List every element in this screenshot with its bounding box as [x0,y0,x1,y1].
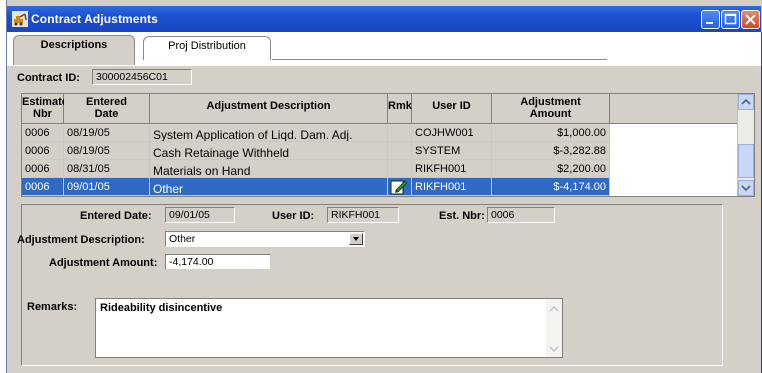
chevron-up-icon [741,98,751,105]
adjustment-description-select[interactable]: Other [165,231,365,247]
contract-id-field: 300002456C01 [92,69,192,85]
header-line: Nbr [33,108,52,120]
col-user-id[interactable]: User ID [412,94,492,124]
amount-cell: $-4,174.00 [492,178,610,196]
header-line: Adjustment Description [206,100,331,112]
chevron-up-icon[interactable] [546,301,562,317]
tab-descriptions[interactable]: Descriptions [13,35,135,65]
description-cell: Cash Retainage Withheld [150,142,388,160]
table-row[interactable]: 0006 08/31/05 Materials on Hand RIKFH001… [22,160,740,178]
user-cell: RIKFH001 [412,160,492,178]
est-nbr-field: 0006 [487,207,555,223]
col-adjustment-amount[interactable]: Adjustment Amount [492,94,610,124]
excavator-icon [12,11,28,27]
chevron-down-icon[interactable] [546,341,562,357]
tab-separator [272,59,607,60]
entered-date-field: 09/01/05 [165,207,235,223]
close-button[interactable] [741,10,760,29]
header-line: Date [94,108,119,120]
remarks-text: Rideability disincentive [100,302,223,314]
entered-cell: 08/19/05 [64,142,150,160]
col-entered-date[interactable]: Entered Date [64,94,150,124]
header-line: Entered [86,96,127,108]
estimate-cell: 0006 [22,142,64,160]
tab-bar: Descriptions Proj Distribution [7,32,761,66]
window-title: Contract Adjustments [31,12,158,26]
maximize-button[interactable] [721,10,740,29]
rmk-cell [388,160,412,178]
adjustment-description-label: Adjustment Description: [17,234,145,246]
selected-value: Other [169,233,196,245]
scroll-down-button[interactable] [738,180,754,196]
scroll-thumb[interactable] [738,144,754,178]
table-row[interactable]: 0006 08/19/05 Cash Retainage Withheld SY… [22,142,740,160]
est-nbr-label: Est. Nbr: [439,210,485,222]
header-line: Rmk [388,100,412,112]
estimate-cell: 0006 [22,178,64,196]
tab-label: Proj Distribution [168,40,246,52]
amount-cell: $-3,282.88 [492,142,610,160]
minimize-icon [706,22,713,24]
close-icon [745,14,756,25]
header-line: Amount [529,108,572,120]
table-row-selected[interactable]: 0006 09/01/05 Other RIKFH001 $-4,174.00 [22,178,740,196]
remarks-textarea[interactable]: Rideability disincentive [95,298,563,358]
description-cell: System Application of Liqd. Dam. Adj. [150,124,388,142]
tab-proj-distribution[interactable]: Proj Distribution [143,36,271,60]
tab-label: Descriptions [40,39,108,51]
adjustment-amount-label: Adjustment Amount: [49,257,158,269]
header-line: Adjustment [520,96,581,108]
estimate-cell: 0006 [22,160,64,178]
user-cell: RIKFH001 [412,178,492,196]
entered-cell: 08/31/05 [64,160,150,178]
contract-adjustments-window: Contract Adjustments Descriptions Proj D… [6,0,762,373]
title-bar[interactable]: Contract Adjustments [7,6,761,32]
amount-cell: $2,200.00 [492,160,610,178]
rmk-cell [388,142,412,160]
amount-cell: $1,000.00 [492,124,610,142]
chevron-down-icon [741,185,751,192]
entered-date-label: Entered Date: [80,210,152,222]
description-cell: Other [150,178,388,196]
estimate-cell: 0006 [22,124,64,142]
col-adjustment-description[interactable]: Adjustment Description [150,94,388,124]
minimize-button[interactable] [701,10,720,29]
user-id-field: RIKFH001 [327,207,399,223]
contract-id-label: Contract ID: [17,72,80,84]
user-cell: COJHW001 [412,124,492,142]
scroll-up-button[interactable] [738,94,754,110]
maximize-icon [724,13,737,25]
edit-note-icon[interactable] [388,178,410,196]
rmk-cell[interactable] [388,178,412,196]
chevron-down-icon [353,237,359,241]
col-estimate-nbr[interactable]: Estimate Nbr [22,94,68,124]
adjustment-amount-input[interactable]: -4,174.00 [165,254,271,270]
header-line: Estimate [22,96,68,108]
dropdown-button[interactable] [349,233,363,245]
col-filler [610,94,740,124]
adjustments-grid: Estimate Nbr Entered Date Adjustment Des… [21,93,755,197]
remarks-label: Remarks: [27,301,78,313]
rmk-cell [388,124,412,142]
col-rmk[interactable]: Rmk [388,94,412,124]
user-cell: SYSTEM [412,142,492,160]
header-line: User ID [432,100,471,112]
table-row[interactable]: 0006 08/19/05 System Application of Liqd… [22,124,740,142]
description-cell: Materials on Hand [150,160,388,178]
entered-cell: 08/19/05 [64,124,150,142]
grid-scrollbar[interactable] [737,94,754,196]
user-id-label: User ID: [272,210,315,222]
remarks-scrollbar[interactable] [546,299,562,357]
entered-cell: 09/01/05 [64,178,150,196]
